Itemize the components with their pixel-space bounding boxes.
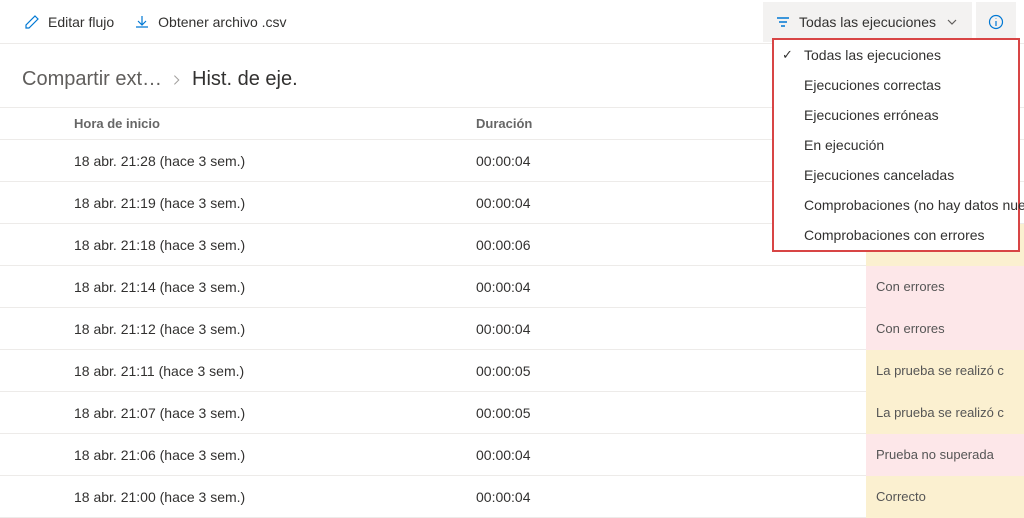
download-csv-label: Obtener archivo .csv — [158, 14, 286, 30]
table-row[interactable]: 18 abr. 21:12 (hace 3 sem.)00:00:04Con e… — [0, 308, 1024, 350]
dropdown-item[interactable]: Comprobaciones con errores — [774, 220, 1018, 250]
table-row[interactable]: 18 abr. 21:14 (hace 3 sem.)00:00:04Con e… — [0, 266, 1024, 308]
cell-duration: 00:00:04 — [476, 321, 866, 337]
cell-status: La prueba se realizó c — [866, 350, 1024, 392]
cell-duration: 00:00:05 — [476, 363, 866, 379]
cell-start-time: 18 abr. 21:06 (hace 3 sem.) — [74, 447, 476, 463]
chevron-down-icon — [944, 14, 960, 30]
dropdown-item-label: En ejecución — [804, 137, 884, 153]
check-icon: ✓ — [782, 47, 793, 63]
cell-duration: 00:00:05 — [476, 405, 866, 421]
table-row[interactable]: 18 abr. 21:07 (hace 3 sem.)00:00:05La pr… — [0, 392, 1024, 434]
cell-status: Con errores — [866, 308, 1024, 350]
cell-start-time: 18 abr. 21:28 (hace 3 sem.) — [74, 153, 476, 169]
cell-start-time: 18 abr. 21:12 (hace 3 sem.) — [74, 321, 476, 337]
cell-duration: 00:00:04 — [476, 279, 866, 295]
info-icon — [988, 14, 1004, 30]
table-row[interactable]: 18 abr. 21:06 (hace 3 sem.)00:00:04Prueb… — [0, 434, 1024, 476]
cell-start-time: 18 abr. 21:14 (hace 3 sem.) — [74, 279, 476, 295]
cell-duration: 00:00:04 — [476, 489, 866, 505]
cell-status: La prueba se realizó c — [866, 392, 1024, 434]
download-csv-button[interactable]: Obtener archivo .csv — [134, 14, 286, 30]
cell-status: Con errores — [866, 266, 1024, 308]
breadcrumb-current: Hist. de eje. — [192, 68, 298, 91]
toolbar-right: Todas las ejecuciones — [763, 2, 1016, 42]
dropdown-item[interactable]: ✓ Todas las ejecuciones — [774, 40, 1018, 70]
chevron-right-icon — [170, 73, 184, 87]
dropdown-item[interactable]: En ejecución — [774, 130, 1018, 160]
cell-start-time: 18 abr. 21:07 (hace 3 sem.) — [74, 405, 476, 421]
dropdown-item-label: Ejecuciones canceladas — [804, 167, 954, 183]
cell-status: Correcto — [866, 476, 1024, 518]
dropdown-item-label: Todas las ejecuciones — [804, 47, 941, 63]
dropdown-item[interactable]: Comprobaciones (no hay datos nuevos) — [774, 190, 1018, 220]
download-icon — [134, 14, 150, 30]
info-button[interactable] — [976, 2, 1016, 42]
table-row[interactable]: 18 abr. 21:00 (hace 3 sem.)00:00:04Corre… — [0, 476, 1024, 518]
table-row[interactable]: 18 abr. 21:11 (hace 3 sem.)00:00:05La pr… — [0, 350, 1024, 392]
pencil-icon — [24, 14, 40, 30]
cell-duration: 00:00:04 — [476, 447, 866, 463]
dropdown-item[interactable]: Ejecuciones erróneas — [774, 100, 1018, 130]
dropdown-item-label: Comprobaciones (no hay datos nuevos) — [804, 197, 1024, 213]
dropdown-item-label: Ejecuciones correctas — [804, 77, 941, 93]
edit-flow-button[interactable]: Editar flujo — [24, 14, 114, 30]
cell-start-time: 18 abr. 21:19 (hace 3 sem.) — [74, 195, 476, 211]
filter-dropdown-menu: ✓ Todas las ejecuciones Ejecuciones correc… — [772, 38, 1020, 252]
cell-status: Prueba no superada — [866, 434, 1024, 476]
dropdown-item[interactable]: Ejecuciones correctas — [774, 70, 1018, 100]
cell-start-time: 18 abr. 21:18 (hace 3 sem.) — [74, 237, 476, 253]
filter-label: Todas las ejecuciones — [799, 14, 936, 30]
column-header-start[interactable]: Hora de inicio — [74, 116, 476, 131]
filter-icon — [775, 14, 791, 30]
filter-dropdown-button[interactable]: Todas las ejecuciones — [763, 2, 972, 42]
toolbar-left: Editar flujo Obtener archivo .csv — [8, 14, 287, 30]
cell-start-time: 18 abr. 21:00 (hace 3 sem.) — [74, 489, 476, 505]
edit-flow-label: Editar flujo — [48, 14, 114, 30]
dropdown-item-label: Ejecuciones erróneas — [804, 107, 939, 123]
dropdown-item-label: Comprobaciones con errores — [804, 227, 985, 243]
breadcrumb-item[interactable]: Compartir ext… — [22, 68, 162, 91]
dropdown-item[interactable]: Ejecuciones canceladas — [774, 160, 1018, 190]
cell-start-time: 18 abr. 21:11 (hace 3 sem.) — [74, 363, 476, 379]
